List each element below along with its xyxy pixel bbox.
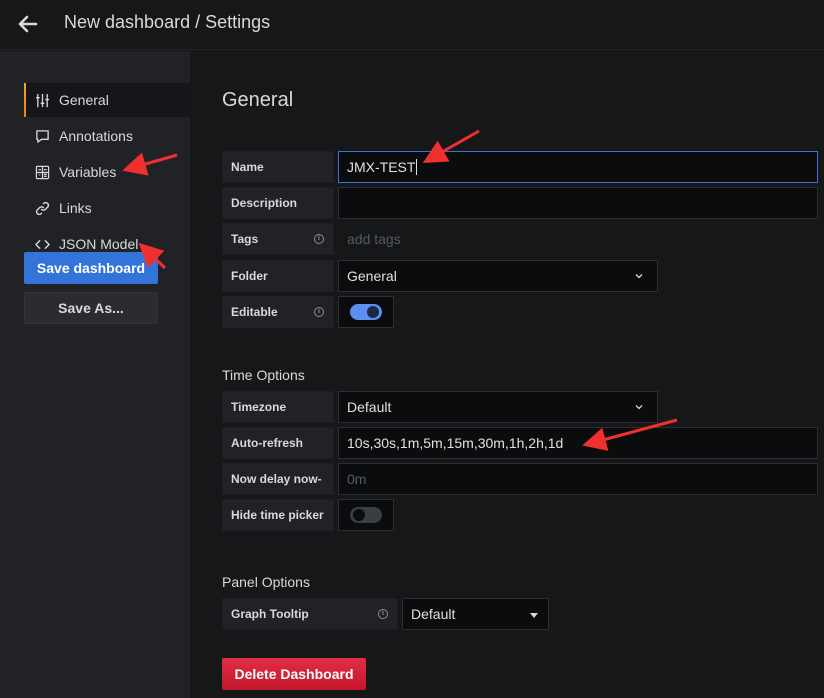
description-label: Description bbox=[222, 187, 334, 219]
save-as-button[interactable]: Save As... bbox=[24, 292, 158, 324]
back-arrow-icon[interactable] bbox=[14, 10, 42, 38]
sidebar-item-label: Annotations bbox=[59, 128, 133, 144]
folder-label: Folder bbox=[222, 260, 334, 292]
panel-options-heading: Panel Options bbox=[222, 574, 310, 590]
info-icon[interactable]: i bbox=[314, 307, 324, 317]
comment-icon bbox=[34, 128, 50, 144]
graph-tooltip-select[interactable]: Default bbox=[402, 598, 549, 630]
now-delay-input[interactable]: 0m bbox=[338, 463, 818, 495]
chevron-down-icon bbox=[635, 274, 643, 279]
sidebar-item-label: Links bbox=[59, 200, 92, 216]
sliders-icon bbox=[34, 92, 50, 108]
chevron-down-icon bbox=[635, 405, 643, 410]
name-input[interactable]: JMX-TEST bbox=[338, 151, 818, 183]
timezone-label: Timezone bbox=[222, 391, 334, 423]
sidebar-item-links[interactable]: Links bbox=[24, 191, 190, 225]
calculator-icon bbox=[34, 164, 50, 180]
now-delay-label: Now delay now- bbox=[222, 463, 334, 495]
editable-toggle[interactable] bbox=[338, 296, 394, 328]
top-bar: New dashboard / Settings bbox=[0, 0, 824, 50]
time-options-heading: Time Options bbox=[222, 367, 305, 383]
auto-refresh-input[interactable]: 10s,30s,1m,5m,15m,30m,1h,2h,1d bbox=[338, 427, 818, 459]
sidebar-item-label: Variables bbox=[59, 164, 117, 180]
sidebar-item-annotations[interactable]: Annotations bbox=[24, 119, 190, 153]
tags-label: Tags i bbox=[222, 223, 334, 255]
text-caret bbox=[416, 159, 418, 175]
timezone-select[interactable]: Default bbox=[338, 391, 658, 423]
toggle-switch-on bbox=[350, 304, 382, 320]
sidebar-item-general[interactable]: General bbox=[24, 83, 190, 117]
toggle-switch-off bbox=[350, 507, 382, 523]
hide-time-picker-label: Hide time picker bbox=[222, 499, 334, 531]
graph-tooltip-label: Graph Tooltip i bbox=[222, 598, 398, 630]
info-icon[interactable]: i bbox=[378, 609, 388, 619]
general-heading: General bbox=[222, 89, 294, 111]
page-title: New dashboard / Settings bbox=[64, 12, 271, 32]
hide-time-picker-toggle[interactable] bbox=[338, 499, 394, 531]
info-icon[interactable]: i bbox=[314, 234, 324, 244]
sidebar-item-label: General bbox=[59, 92, 109, 108]
folder-select[interactable]: General bbox=[338, 260, 658, 292]
save-dashboard-button[interactable]: Save dashboard bbox=[24, 252, 158, 284]
link-icon bbox=[34, 200, 50, 216]
sidebar-item-variables[interactable]: Variables bbox=[24, 155, 190, 189]
description-input[interactable] bbox=[338, 187, 818, 219]
caret-down-icon bbox=[530, 613, 538, 618]
editable-label: Editable i bbox=[222, 296, 334, 328]
code-icon bbox=[34, 236, 50, 252]
sidebar-item-label: JSON Model bbox=[59, 236, 139, 252]
auto-refresh-label: Auto-refresh bbox=[222, 427, 334, 459]
delete-dashboard-button[interactable]: Delete Dashboard bbox=[222, 658, 366, 690]
name-label: Name bbox=[222, 151, 334, 183]
tags-input[interactable]: add tags bbox=[338, 223, 488, 255]
